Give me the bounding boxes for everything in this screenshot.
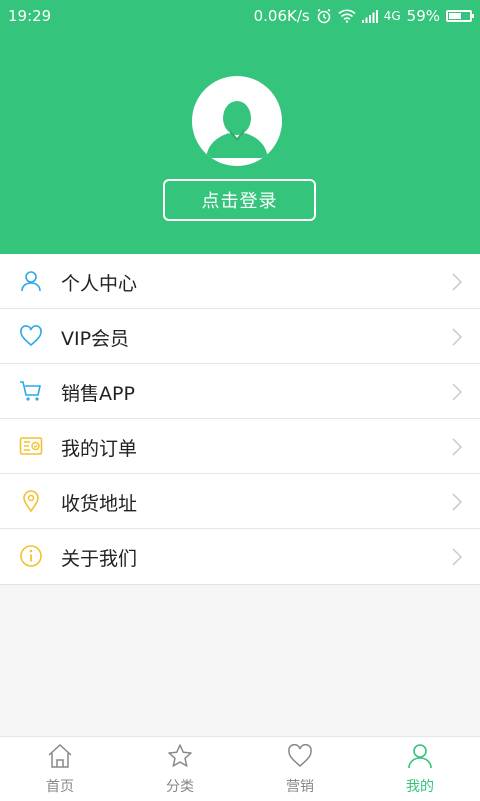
info-icon — [20, 545, 42, 567]
chevron-right-icon — [452, 548, 462, 566]
wifi-icon — [338, 9, 356, 23]
tab-label: 我的 — [406, 779, 434, 795]
chevron-right-icon — [452, 273, 462, 291]
status-bar: 19:29 0.06K/s 4G 59% — [0, 0, 480, 32]
order-icon — [19, 437, 43, 455]
avatar[interactable] — [192, 76, 282, 166]
network-speed: 0.06K/s — [253, 7, 310, 25]
tab-marketing[interactable]: 营销 — [240, 737, 360, 801]
alarm-icon — [316, 8, 332, 24]
menu-item-personal-center[interactable]: 个人中心 — [0, 254, 480, 309]
menu-item-label: VIP会员 — [61, 328, 130, 350]
person-icon — [408, 744, 432, 769]
star-icon — [168, 744, 192, 767]
tab-home[interactable]: 首页 — [0, 737, 120, 801]
status-time: 19:29 — [8, 7, 52, 25]
chevron-right-icon — [452, 383, 462, 401]
tab-label: 首页 — [46, 779, 74, 795]
menu-item-label: 销售APP — [61, 383, 135, 405]
location-pin-icon — [23, 490, 39, 513]
login-button[interactable]: 点击登录 — [163, 179, 316, 221]
battery-icon — [446, 10, 474, 22]
menu-item-label: 个人中心 — [61, 273, 138, 295]
menu-item-shipping-address[interactable]: 收货地址 — [0, 474, 480, 529]
tab-category[interactable]: 分类 — [120, 737, 240, 801]
menu-item-label: 我的订单 — [61, 438, 138, 460]
chevron-right-icon — [452, 328, 462, 346]
menu-item-vip[interactable]: VIP会员 — [0, 309, 480, 364]
status-indicators: 0.06K/s 4G 59% — [253, 7, 474, 25]
tab-mine[interactable]: 我的 — [360, 737, 480, 801]
menu-item-about-us[interactable]: 关于我们 — [0, 529, 480, 584]
menu-item-label: 收货地址 — [61, 493, 138, 515]
person-icon — [21, 271, 41, 292]
chevron-right-icon — [452, 438, 462, 456]
profile-header: 点击登录 — [0, 32, 480, 254]
tab-label: 分类 — [166, 779, 194, 795]
network-type: 4G — [383, 9, 401, 23]
battery-percent: 59% — [406, 7, 440, 25]
home-icon — [48, 743, 72, 768]
menu-item-my-orders[interactable]: 我的订单 — [0, 419, 480, 474]
menu-item-label: 关于我们 — [61, 548, 138, 570]
heart-icon — [288, 743, 312, 767]
heart-icon — [20, 325, 42, 347]
menu-item-sales-app[interactable]: 销售APP — [0, 364, 480, 419]
battery-level-fill — [449, 13, 461, 19]
menu-list: 个人中心 VIP会员 销售APP 我的订单 收货地址 关于我们 — [0, 254, 480, 585]
cart-icon — [20, 381, 41, 401]
user-silhouette-icon — [206, 101, 268, 158]
bottom-tab-bar: 首页 分类 营销 我的 — [0, 736, 480, 801]
chevron-right-icon — [452, 493, 462, 511]
tab-label: 营销 — [286, 779, 314, 795]
signal-icon — [361, 9, 378, 23]
